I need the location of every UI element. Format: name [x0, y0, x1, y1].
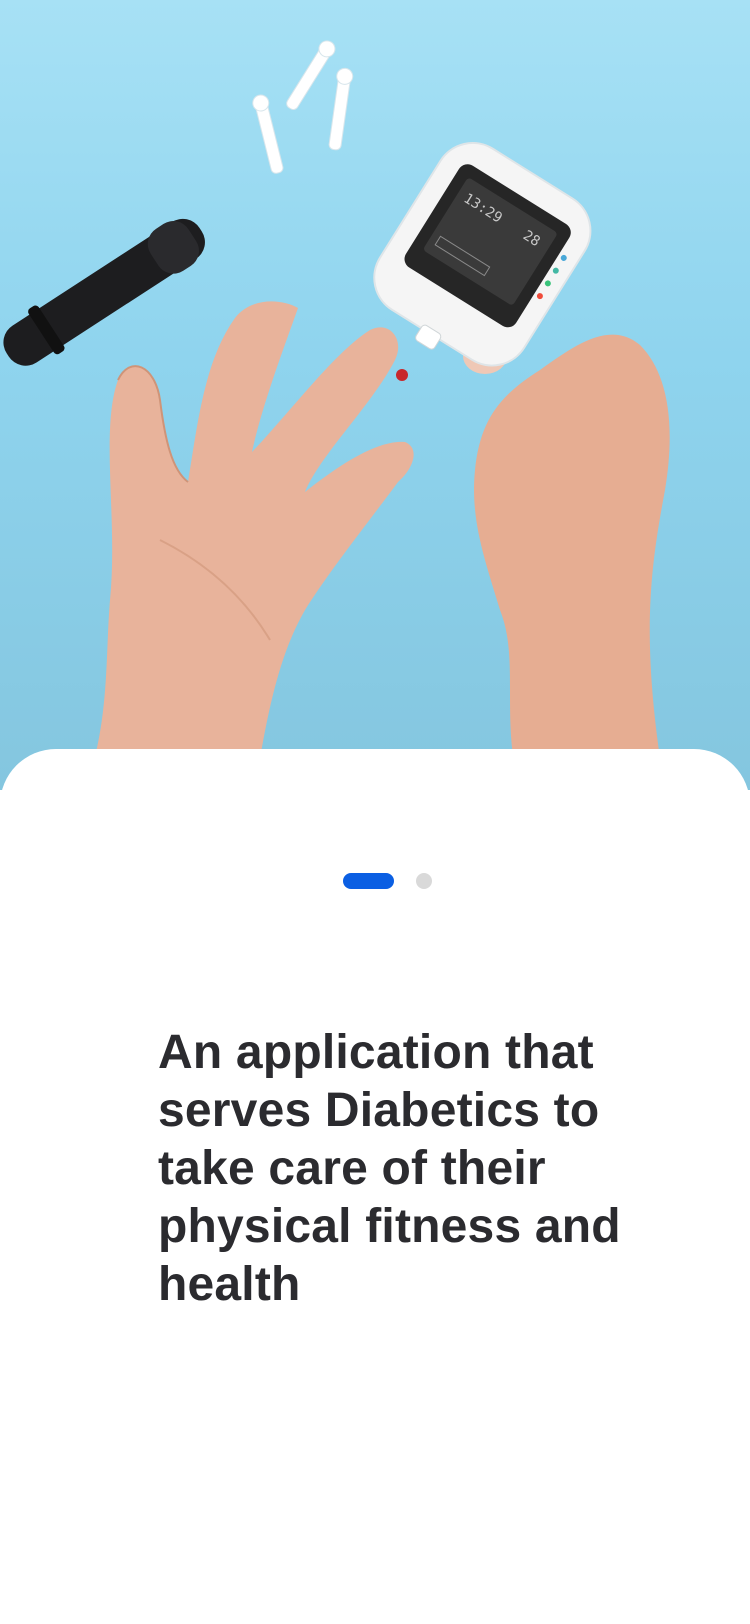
page-indicator-inactive[interactable] [415, 873, 432, 889]
onboarding-screen: 13:29 28 An application that serves Diab… [0, 0, 750, 1624]
glucose-meter-illustration: 13:29 28 [3, 40, 670, 790]
hero-image: 13:29 28 [0, 0, 750, 790]
page-indicator[interactable] [12, 873, 750, 889]
page-indicator-active[interactable] [342, 873, 394, 889]
onboarding-headline: An application that serves Diabetics to … [158, 1026, 621, 1311]
